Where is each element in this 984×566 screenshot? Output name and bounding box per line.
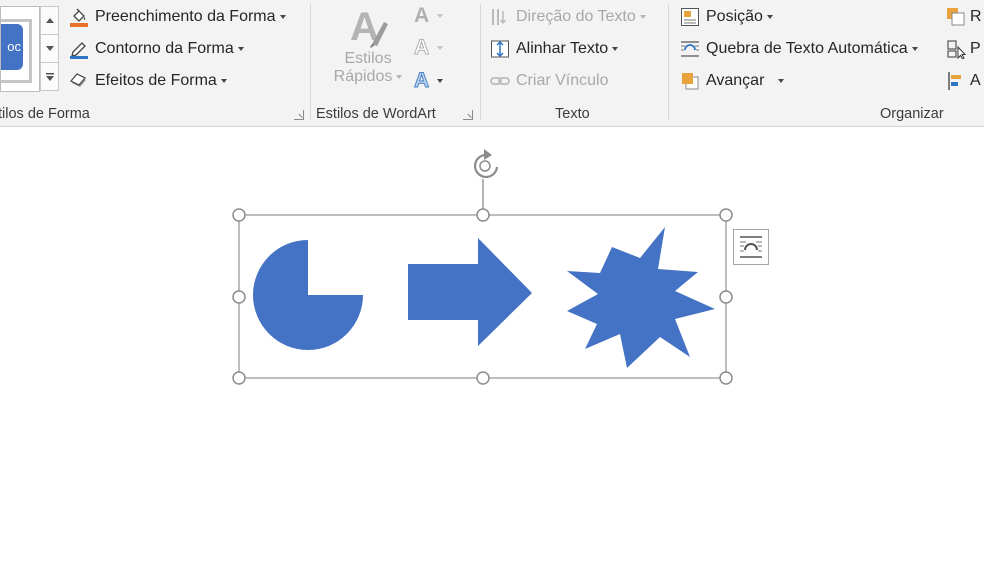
- arrange-cmd-1-label: R: [970, 8, 982, 25]
- gallery-more-button[interactable]: [40, 62, 59, 91]
- shape-style-gallery[interactable]: oc: [0, 6, 40, 92]
- arrange-cmd-3-button[interactable]: A: [946, 69, 981, 93]
- text-fill-button[interactable]: A: [414, 4, 460, 28]
- arrange-group-label: Organizar: [880, 106, 944, 122]
- gallery-expand-icon: [45, 72, 54, 81]
- text-direction-label: Direção do Texto: [516, 8, 636, 25]
- selection-pane-icon: [947, 40, 966, 59]
- dropdown-arrow-icon: [639, 15, 646, 19]
- bring-forward-icon: [682, 73, 699, 90]
- shape-styles-group-label: tilos de Forma: [0, 106, 90, 122]
- text-direction-button[interactable]: Direção do Texto: [490, 5, 646, 29]
- text-direction-icon: [492, 9, 507, 25]
- shape-fill-label: Preenchimento da Forma: [95, 8, 276, 25]
- pie-shape[interactable]: [253, 240, 363, 350]
- text-outline-button[interactable]: A: [413, 36, 460, 60]
- arrange-cmd-2-button[interactable]: P: [946, 37, 981, 61]
- resize-handle-top[interactable]: [476, 208, 490, 222]
- explosion-star-shape[interactable]: [567, 227, 715, 368]
- paint-bucket-icon: [70, 8, 88, 27]
- dropdown-arrow-icon: [237, 47, 244, 51]
- shape-outline-button[interactable]: Contorno da Forma: [69, 37, 244, 61]
- dropdown-arrow-icon: [766, 15, 773, 19]
- align-text-icon: [491, 40, 509, 58]
- shape-effects-icon: [70, 73, 86, 87]
- document-canvas[interactable]: [0, 127, 984, 566]
- position-button[interactable]: Posição: [680, 5, 773, 29]
- create-link-label: Criar Vínculo: [516, 72, 609, 89]
- text-outline-icon: A: [413, 36, 430, 60]
- align-text-button[interactable]: Alinhar Texto: [490, 37, 619, 61]
- wrap-text-button[interactable]: Quebra de Texto Automática: [680, 37, 918, 61]
- bring-forward-button[interactable]: Avançar: [680, 69, 785, 93]
- quick-styles-label-line1: Estilos: [344, 50, 392, 67]
- dropdown-arrow-icon: [612, 47, 619, 51]
- chevron-up-icon: [45, 18, 54, 23]
- wordart-quick-styles-icon: A: [350, 5, 388, 49]
- chevron-down-icon: [45, 46, 54, 51]
- pen-outline-icon: [70, 42, 88, 59]
- quick-styles-button[interactable]: A Estilos Rápidos: [328, 4, 408, 100]
- resize-handle-top-right[interactable]: [719, 208, 733, 222]
- send-backward-icon: [947, 8, 965, 26]
- arrange-cmd-3-label: A: [970, 72, 981, 89]
- arrange-cmd-2-label: P: [970, 40, 981, 57]
- wrap-text-icon: [681, 41, 699, 57]
- layout-options-icon: [740, 236, 762, 258]
- layout-options-button[interactable]: [733, 229, 769, 265]
- group-separator: [480, 4, 481, 120]
- resize-handle-bottom-left[interactable]: [232, 371, 246, 385]
- text-fill-icon: A: [414, 4, 430, 27]
- gallery-scroll-up-button[interactable]: [40, 6, 59, 35]
- dropdown-arrow-icon: [911, 47, 918, 51]
- resize-handle-bottom[interactable]: [476, 371, 490, 385]
- ribbon: oc Preenchimento da Forma Contorno da Fo…: [0, 0, 984, 127]
- dropdown-arrow-icon: [437, 14, 444, 18]
- shape-effects-label: Efeitos de Forma: [95, 72, 217, 89]
- gallery-scroll-down-button[interactable]: [40, 34, 59, 63]
- dropdown-arrow-icon: [778, 79, 785, 83]
- text-group-label: Texto: [555, 106, 590, 122]
- chain-link-icon: [490, 77, 510, 85]
- group-separator: [668, 4, 669, 120]
- dropdown-arrow-icon: [437, 79, 444, 83]
- resize-handle-left[interactable]: [232, 290, 246, 304]
- wordart-dialog-launcher[interactable]: [463, 110, 473, 120]
- resize-handle-top-left[interactable]: [232, 208, 246, 222]
- shape-effects-button[interactable]: Efeitos de Forma: [69, 69, 227, 93]
- shape-outline-label: Contorno da Forma: [95, 40, 234, 57]
- shape-group[interactable]: [0, 127, 984, 566]
- resize-handle-right[interactable]: [719, 290, 733, 304]
- dropdown-arrow-icon: [437, 46, 444, 50]
- right-arrow-shape[interactable]: [408, 238, 532, 346]
- dropdown-arrow-icon: [396, 74, 403, 79]
- dropdown-arrow-icon: [220, 79, 227, 83]
- group-separator: [310, 4, 311, 120]
- bring-forward-label: Avançar: [706, 72, 765, 89]
- arrange-cmd-1-button[interactable]: R: [946, 5, 982, 29]
- shape-styles-dialog-launcher[interactable]: [294, 110, 304, 120]
- position-icon: [681, 8, 699, 26]
- resize-handle-bottom-right[interactable]: [719, 371, 733, 385]
- quick-styles-label-line2: Rápidos: [328, 68, 408, 86]
- rotate-icon[interactable]: [473, 149, 499, 179]
- shape-style-thumbnail[interactable]: oc: [1, 24, 23, 70]
- align-objects-icon: [948, 72, 961, 90]
- wrap-text-label: Quebra de Texto Automática: [706, 40, 908, 57]
- create-link-button[interactable]: Criar Vínculo: [490, 69, 608, 93]
- shape-fill-button[interactable]: Preenchimento da Forma: [69, 5, 286, 29]
- position-label: Posição: [706, 8, 763, 25]
- text-effects-icon: A: [413, 69, 430, 93]
- text-effects-button[interactable]: A: [413, 69, 460, 93]
- wordart-styles-group-label: Estilos de WordArt: [316, 106, 436, 122]
- dropdown-arrow-icon: [279, 15, 286, 19]
- align-text-label: Alinhar Texto: [516, 40, 609, 57]
